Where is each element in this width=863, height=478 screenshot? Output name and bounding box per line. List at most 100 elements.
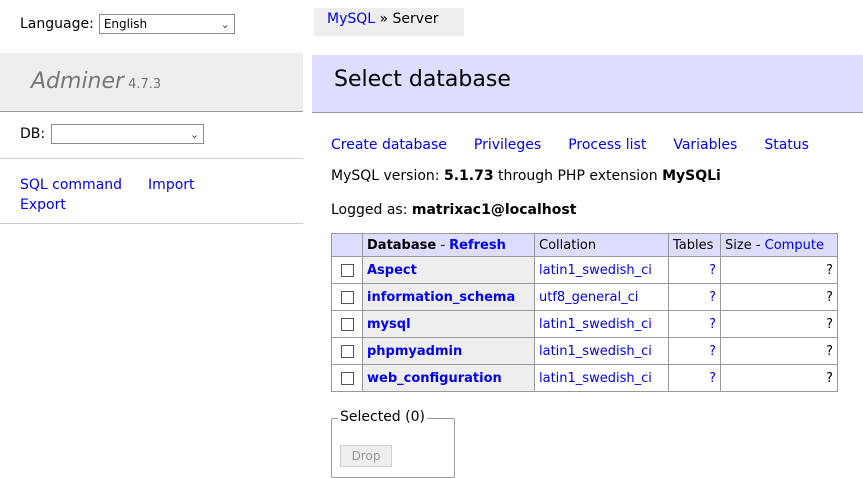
database-link[interactable]: phpmyadmin [367, 344, 462, 359]
logo-bar: Adminer 4.7.3 [0, 53, 303, 112]
create-database-link[interactable]: Create database [331, 137, 447, 153]
collation-cell: latin1_swedish_ci [534, 256, 669, 284]
table-row: mysql latin1_swedish_ci ? ? [331, 310, 838, 338]
database-name-cell: web_configuration [362, 364, 535, 392]
database-column-header: Database - Refresh [362, 233, 535, 257]
version-middle: through PHP extension [493, 168, 663, 184]
collation-column-header: Collation [534, 233, 669, 257]
tables-cell: ? [668, 256, 721, 284]
row-checkbox[interactable] [340, 344, 354, 358]
sidebar-links: SQL command Import Export [20, 175, 280, 215]
refresh-link[interactable]: Refresh [449, 238, 506, 253]
row-checkbox[interactable] [340, 317, 354, 331]
size-cell: ? [720, 256, 838, 284]
database-link[interactable]: information_schema [367, 290, 515, 305]
size-cell: ? [720, 364, 838, 392]
breadcrumb-driver-link[interactable]: MySQL [327, 11, 375, 27]
database-header-label: Database [367, 237, 437, 253]
db-selector: DB: ⌄ [20, 124, 205, 144]
collation-link[interactable]: latin1_swedish_ci [539, 317, 652, 332]
breadcrumb-separator: » [375, 11, 393, 27]
privileges-link[interactable]: Privileges [474, 137, 541, 153]
header-dash: - [751, 237, 765, 253]
process-list-link[interactable]: Process list [568, 137, 646, 153]
import-link[interactable]: Import [148, 175, 194, 195]
collation-cell: latin1_swedish_ci [534, 310, 669, 338]
tables-count-link[interactable]: ? [709, 290, 716, 305]
tables-cell: ? [668, 283, 721, 311]
tables-cell: ? [668, 310, 721, 338]
server-action-links: Create database Privileges Process list … [331, 137, 809, 153]
database-link[interactable]: web_configuration [367, 371, 502, 386]
database-name-cell: Aspect [362, 256, 535, 284]
version-info: MySQL version: 5.1.73 through PHP extens… [331, 168, 721, 184]
compute-link[interactable]: Compute [765, 238, 824, 253]
size-header-label: Size [725, 237, 752, 253]
table-header-row: Database - Refresh Collation Tables Size… [331, 233, 838, 257]
sql-command-link[interactable]: SQL command [20, 175, 122, 195]
collation-link[interactable]: latin1_swedish_ci [539, 371, 652, 386]
db-select[interactable]: ⌄ [51, 124, 205, 144]
sidebar-divider [0, 223, 303, 224]
status-link[interactable]: Status [764, 137, 809, 153]
row-checkbox-cell [331, 337, 363, 365]
variables-link[interactable]: Variables [673, 137, 737, 153]
logged-as-info: Logged as: matrixac1@localhost [331, 202, 576, 218]
chevron-down-icon: ⌄ [220, 17, 230, 31]
select-all-header [331, 233, 363, 257]
language-select-value: English [103, 17, 148, 31]
collation-cell: utf8_general_ci [534, 283, 669, 311]
logged-prefix: Logged as: [331, 202, 412, 218]
table-row: Aspect latin1_swedish_ci ? ? [331, 256, 838, 284]
collation-cell: latin1_swedish_ci [534, 364, 669, 392]
app-version: 4.7.3 [128, 77, 162, 92]
row-checkbox-cell [331, 256, 363, 284]
mysql-version: 5.1.73 [443, 168, 494, 184]
row-checkbox[interactable] [340, 290, 354, 304]
table-row: web_configuration latin1_swedish_ci ? ? [331, 364, 838, 392]
table-row: information_schema utf8_general_ci ? ? [331, 283, 838, 311]
drop-button[interactable]: Drop [340, 445, 392, 467]
size-cell: ? [720, 310, 838, 338]
app-logo[interactable]: Adminer 4.7.3 [31, 69, 161, 94]
language-select[interactable]: English ⌄ [98, 14, 235, 34]
breadcrumb: MySQL » Server [314, 8, 464, 36]
selected-legend: Selected (0) [338, 409, 427, 425]
tables-cell: ? [668, 364, 721, 392]
tables-count-link[interactable]: ? [709, 371, 716, 386]
db-label: DB: [20, 126, 46, 142]
size-cell: ? [720, 283, 838, 311]
database-link[interactable]: mysql [367, 317, 411, 332]
export-link[interactable]: Export [20, 195, 66, 215]
collation-link[interactable]: utf8_general_ci [539, 290, 638, 305]
row-checkbox-cell [331, 364, 363, 392]
app-name[interactable]: Adminer [31, 69, 124, 94]
selected-fieldset: Selected (0) Drop [331, 409, 455, 478]
logged-user: matrixac1@localhost [411, 202, 577, 218]
row-checkbox-cell [331, 310, 363, 338]
collation-link[interactable]: latin1_swedish_ci [539, 263, 652, 278]
row-checkbox-cell [331, 283, 363, 311]
row-checkbox[interactable] [340, 263, 354, 277]
databases-table: Database - Refresh Collation Tables Size… [331, 233, 838, 392]
php-extension: MySQLi [662, 168, 721, 184]
breadcrumb-current: Server [392, 11, 439, 27]
tables-column-header: Tables [668, 233, 721, 257]
tables-count-link[interactable]: ? [709, 263, 716, 278]
version-prefix: MySQL version: [331, 168, 444, 184]
database-name-cell: phpmyadmin [362, 337, 535, 365]
sidebar-divider [0, 158, 303, 159]
size-cell: ? [720, 337, 838, 365]
page-title: Select database [334, 67, 511, 92]
collation-cell: latin1_swedish_ci [534, 337, 669, 365]
database-name-cell: mysql [362, 310, 535, 338]
tables-count-link[interactable]: ? [709, 344, 716, 359]
header-dash: - [436, 237, 450, 253]
row-checkbox[interactable] [340, 371, 354, 385]
database-link[interactable]: Aspect [367, 263, 417, 278]
collation-link[interactable]: latin1_swedish_ci [539, 344, 652, 359]
tables-cell: ? [668, 337, 721, 365]
page-header: Select database [312, 55, 863, 113]
chevron-down-icon: ⌄ [189, 127, 200, 141]
tables-count-link[interactable]: ? [709, 317, 716, 332]
